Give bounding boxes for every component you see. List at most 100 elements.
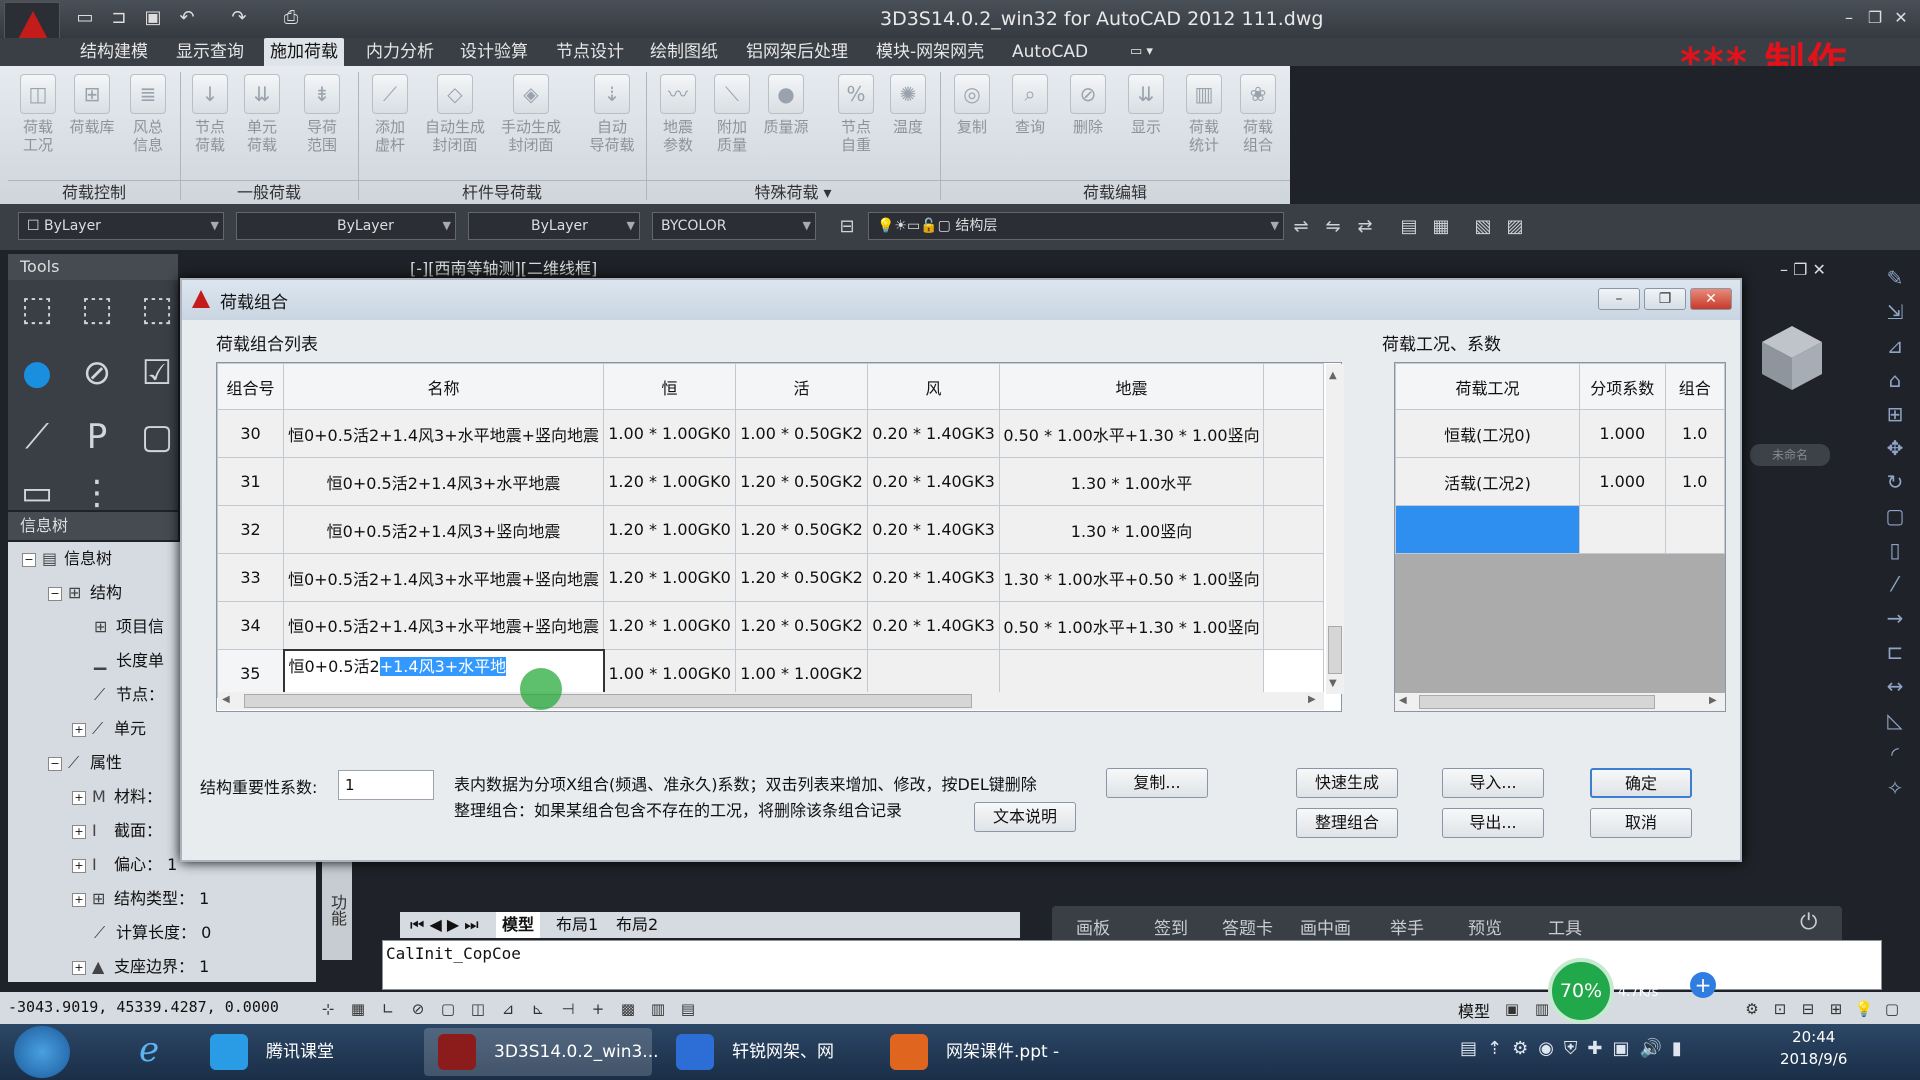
box-icon[interactable]: ⬚ bbox=[12, 286, 62, 332]
scroll-left-icon[interactable]: ◀ bbox=[222, 694, 230, 705]
column-header[interactable]: 分项系数 bbox=[1578, 363, 1666, 410]
table-row[interactable]: 34 恒0+0.5活2+1.4风3+水平地震+竖向地震 1.20 * 1.00GK0… bbox=[217, 601, 1324, 650]
ribbon-auto-face-button[interactable]: ◇ 自动生成 封闭面 bbox=[424, 74, 486, 184]
taskbar-item-active[interactable]: 3D3S14.0.2_win3... bbox=[424, 1028, 659, 1076]
combination-table[interactable]: 组合号 名称 恒 活 风 地震 30 恒0+0.5活2+1.4风3+水平地震+竖向… bbox=[216, 362, 1342, 712]
line-tool-icon[interactable]: ⟋ bbox=[12, 414, 62, 460]
stretch-icon[interactable]: ▯ bbox=[1880, 538, 1910, 566]
menu-item[interactable]: 显示查询 bbox=[170, 38, 250, 66]
linetype-combo[interactable]: ByLayer ▼ bbox=[236, 212, 456, 240]
case-table-hscrollbar[interactable]: ◀ ▶ bbox=[1395, 693, 1725, 711]
layer-tool-icon[interactable]: ▨ bbox=[1502, 214, 1528, 240]
viewport-window-controls[interactable]: – ❐ ✕ bbox=[1780, 260, 1826, 279]
print-icon[interactable]: ⎙ bbox=[278, 6, 304, 30]
scroll-left-icon[interactable]: ◀ bbox=[1399, 695, 1407, 706]
ribbon-load-combo-button[interactable]: ❀ 荷载 组合 bbox=[1232, 74, 1284, 184]
frame-tool-icon[interactable]: ▢ bbox=[132, 414, 182, 460]
dialog-close-button[interactable]: ✕ bbox=[1690, 288, 1732, 310]
menu-item-active[interactable]: 施加荷载 bbox=[264, 38, 344, 66]
cell-name[interactable]: 恒0+0.5活2+1.4风3+水平地震 bbox=[283, 457, 604, 506]
close-icon[interactable]: ✕ bbox=[1888, 6, 1914, 30]
isolate-icon[interactable]: 💡 bbox=[1852, 998, 1876, 1020]
scroll-down-icon[interactable]: ▼ bbox=[1329, 678, 1337, 689]
ribbon-wind-info-button[interactable]: ≣ 风总 信息 bbox=[122, 74, 174, 184]
lwt-icon[interactable]: ⊣ bbox=[556, 998, 580, 1020]
ribbon-auto-load-button[interactable]: ⇣ 自动 导荷载 bbox=[586, 74, 638, 184]
ribbon-added-mass-button[interactable]: ⟍ 附加 质量 bbox=[706, 74, 758, 184]
cell-factor[interactable]: 1.000 bbox=[1578, 457, 1666, 506]
layer-state-combo[interactable]: 💡☀▭🔓▢ 结构层 ▼ bbox=[868, 212, 1284, 240]
rect-tool-icon[interactable]: ▭ bbox=[12, 470, 62, 513]
importance-factor-input[interactable]: 1 bbox=[338, 770, 434, 800]
ribbon-manual-face-button[interactable]: ◈ 手动生成 封闭面 bbox=[500, 74, 562, 184]
cancel-button[interactable]: 取消 bbox=[1590, 808, 1692, 838]
ribbon-temperature-button[interactable]: ✺ 温度 bbox=[882, 74, 934, 184]
meeting-item[interactable]: 举手 bbox=[1390, 914, 1424, 939]
grid-icon[interactable]: ▦ bbox=[346, 998, 370, 1020]
menu-item[interactable]: 铝网架后处理 bbox=[740, 38, 854, 66]
cell-quake[interactable]: 1.30 * 1.00水平 bbox=[999, 457, 1264, 506]
ribbon-load-range-button[interactable]: ⇟ 导荷 范围 bbox=[296, 74, 348, 184]
qp-icon[interactable]: + bbox=[586, 998, 610, 1020]
layer-tool-icon[interactable]: ▦ bbox=[1428, 214, 1454, 240]
check-icon[interactable]: ☑ bbox=[132, 350, 182, 396]
cell-dead[interactable]: 1.20 * 1.00GK0 bbox=[603, 457, 736, 506]
wcs-badge[interactable]: 未命名 bbox=[1750, 444, 1830, 466]
tab-model[interactable]: 模型 bbox=[496, 912, 541, 938]
menu-item[interactable]: 绘制图纸 bbox=[644, 38, 724, 66]
ribbon-display-button[interactable]: ⇊ 显示 bbox=[1120, 74, 1172, 184]
tidy-combination-button[interactable]: 整理组合 bbox=[1296, 808, 1398, 838]
layer-combo[interactable]: ☐ ByLayer ▼ bbox=[18, 212, 224, 240]
dialog-maximize-button[interactable]: ❐ bbox=[1644, 288, 1686, 310]
scale-icon[interactable]: ▢ bbox=[1880, 504, 1910, 532]
tree-node[interactable]: + ▲ 支座边界： 1 bbox=[8, 950, 316, 982]
table-horizontal-scrollbar[interactable]: ◀ ▶ bbox=[218, 692, 1324, 710]
column-header[interactable]: 名称 bbox=[283, 363, 604, 410]
cell-wind[interactable]: 0.20 * 1.40GK3 bbox=[867, 457, 1000, 506]
column-header[interactable]: 地震 bbox=[999, 363, 1264, 410]
cell-live[interactable]: 1.20 * 0.50GK2 bbox=[735, 505, 868, 554]
load-case-table[interactable]: 荷载工况 分项系数 组合 恒载(工况0) 1.000 1.0 活载(工况2) 1.00… bbox=[1394, 362, 1726, 712]
offset-icon[interactable]: ⌂ bbox=[1880, 368, 1910, 396]
export-button[interactable]: 导出... bbox=[1442, 808, 1544, 838]
scroll-thumb[interactable] bbox=[244, 694, 972, 708]
column-header[interactable]: 恒 bbox=[603, 363, 736, 410]
ribbon-mass-source-button[interactable]: ● 质量源 bbox=[760, 74, 812, 184]
ribbon-load-case-button[interactable]: ◫ 荷载 工况 bbox=[12, 74, 64, 184]
copy-button[interactable]: 复制... bbox=[1106, 768, 1208, 798]
ribbon-seismic-params-button[interactable]: 〰地震 参数 bbox=[652, 74, 704, 184]
snap-icon[interactable]: ⊹ bbox=[316, 998, 340, 1020]
lineweight-combo[interactable]: ByLayer ▼ bbox=[468, 212, 640, 240]
restore-icon[interactable]: ❐ bbox=[1862, 6, 1888, 30]
table-row[interactable]: 32 恒0+0.5活2+1.4风3+竖向地震 1.20 * 1.00GK0 1.20 … bbox=[217, 505, 1324, 554]
scroll-thumb[interactable] bbox=[1328, 626, 1342, 674]
ribbon-element-load-button[interactable]: ⇊ 单元 荷载 bbox=[236, 74, 288, 184]
table-row[interactable]: 恒载(工况0) 1.000 1.0 bbox=[1395, 409, 1725, 458]
scroll-right-icon[interactable]: ▶ bbox=[1709, 695, 1717, 706]
osnap-icon[interactable]: ▢ bbox=[436, 998, 460, 1020]
lock-icon[interactable]: ⊟ bbox=[1796, 998, 1820, 1020]
text-help-button[interactable]: 文本说明 bbox=[974, 802, 1076, 832]
cell-combo[interactable]: 1.0 bbox=[1664, 457, 1725, 506]
table-row[interactable]: 30 恒0+0.5活2+1.4风3+水平地震+竖向地震 1.00 * 1.00GK0… bbox=[217, 409, 1324, 458]
clean-screen-icon[interactable]: ▢ bbox=[1880, 998, 1904, 1020]
meeting-item[interactable]: 签到 bbox=[1154, 914, 1188, 939]
layer-tool-icon[interactable]: ▤ bbox=[1396, 214, 1422, 240]
rotate-icon[interactable]: ↻ bbox=[1880, 470, 1910, 498]
ribbon-node-load-button[interactable]: ↓ 节点 荷载 bbox=[184, 74, 236, 184]
collapse-icon[interactable]: − bbox=[48, 756, 62, 771]
column-header[interactable]: 组合 bbox=[1664, 363, 1725, 410]
join-icon[interactable]: ↔ bbox=[1880, 674, 1910, 702]
expand-icon[interactable]: + bbox=[72, 790, 86, 805]
cell-wind[interactable] bbox=[867, 649, 1000, 698]
cell-quake[interactable]: 1.30 * 1.00水平+0.50 * 1.00竖向 bbox=[999, 553, 1264, 602]
mirror-icon[interactable]: ⊿ bbox=[1880, 334, 1910, 362]
ribbon-add-virtual-bar-button[interactable]: ⟋ 添加 虚杆 bbox=[364, 74, 416, 184]
scroll-thumb[interactable] bbox=[1419, 695, 1655, 709]
tree-node[interactable]: + ⊞ 结构类型： 1 bbox=[8, 882, 316, 916]
viewcube[interactable] bbox=[1756, 320, 1828, 400]
polar-icon[interactable]: ⊘ bbox=[406, 998, 430, 1020]
sc-icon[interactable]: ▩ bbox=[616, 998, 640, 1020]
meeting-item[interactable]: 画中画 bbox=[1300, 914, 1351, 939]
column-header[interactable]: 荷载工况 bbox=[1395, 363, 1580, 410]
